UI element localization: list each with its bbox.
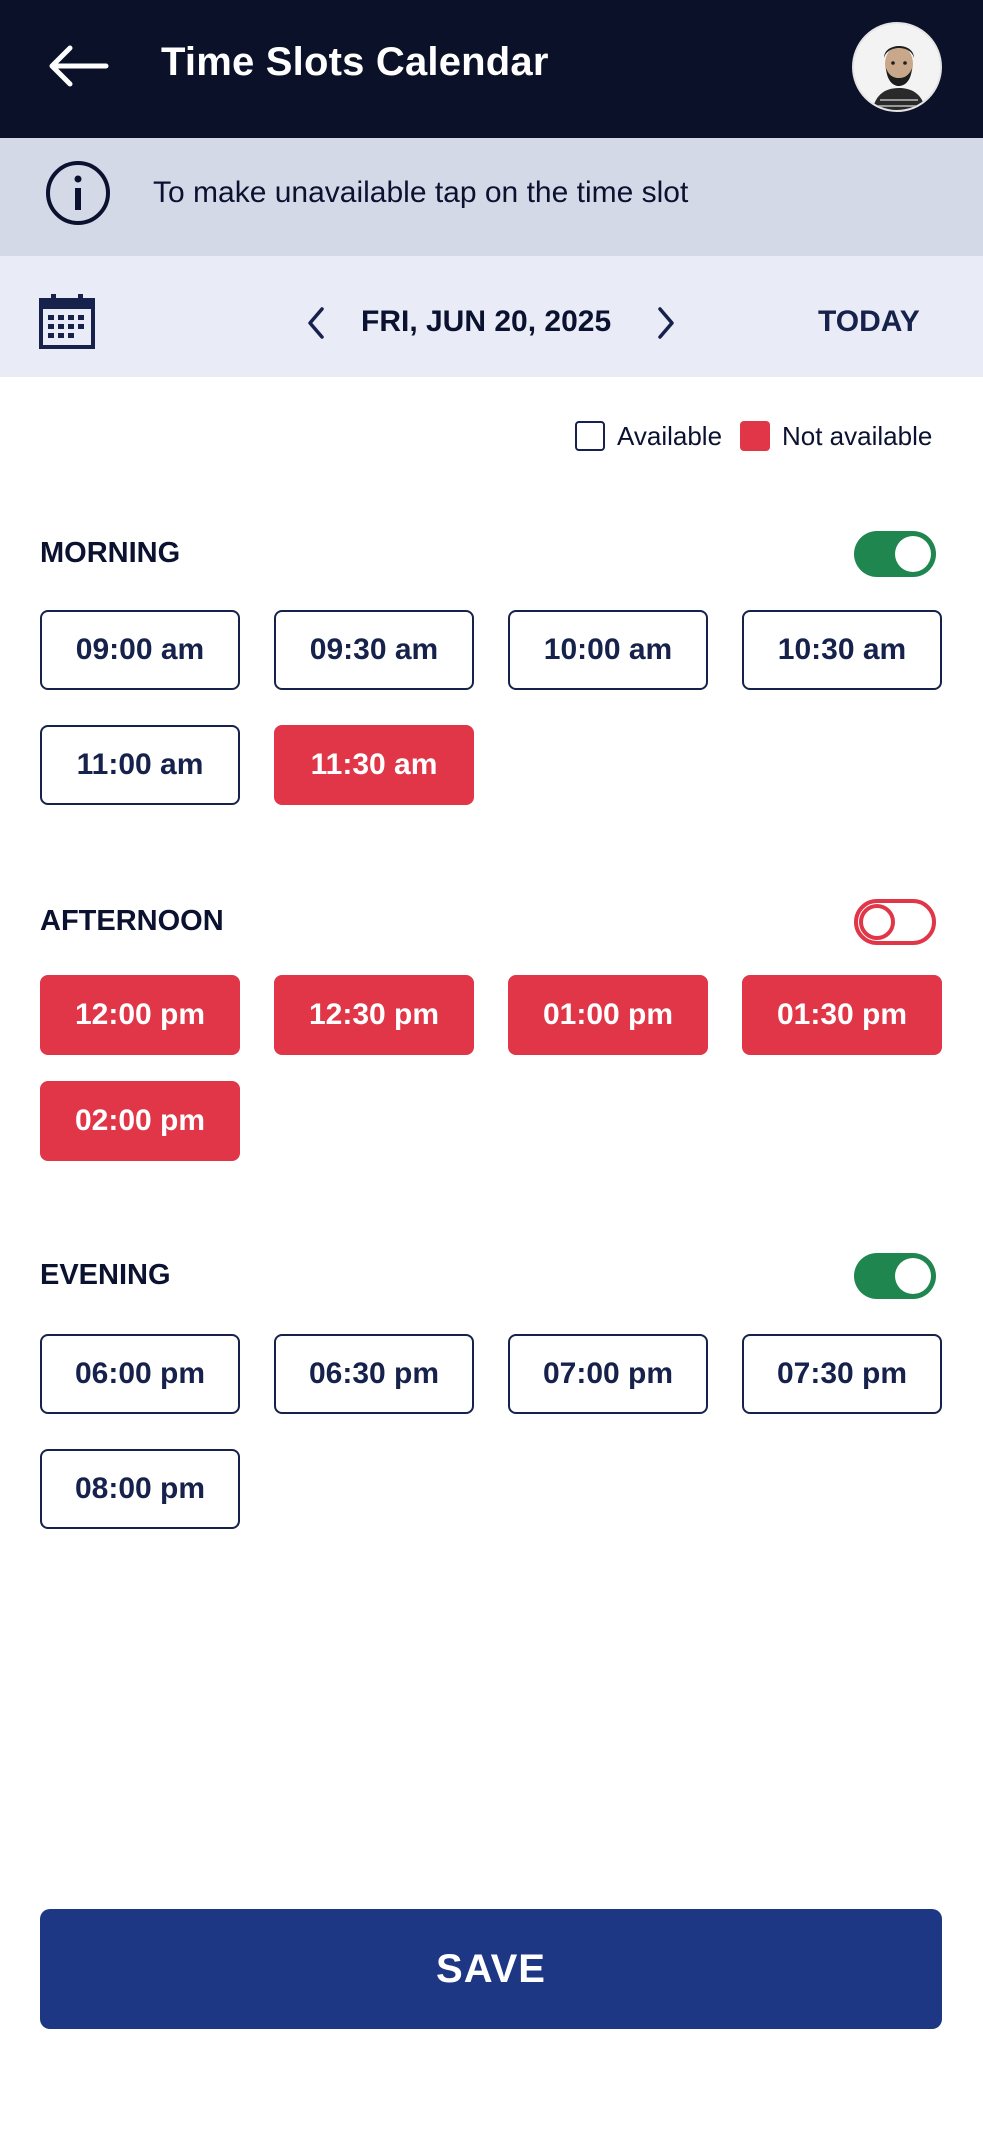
- info-text: To make unavailable tap on the time slot: [153, 176, 689, 209]
- time-slot[interactable]: 07:30 pm: [742, 1334, 942, 1414]
- toggle-knob: [859, 904, 895, 940]
- not-available-swatch: [740, 421, 770, 451]
- today-button[interactable]: TODAY: [818, 305, 920, 339]
- toggle-knob: [895, 536, 931, 572]
- chevron-right-icon[interactable]: [648, 303, 682, 343]
- morning-toggle[interactable]: [854, 531, 936, 577]
- time-slot[interactable]: 02:00 pm: [40, 1081, 240, 1161]
- time-slot[interactable]: 01:00 pm: [508, 975, 708, 1055]
- save-button[interactable]: SAVE: [40, 1909, 942, 2029]
- time-slot[interactable]: 07:00 pm: [508, 1334, 708, 1414]
- toggle-knob: [895, 1258, 931, 1294]
- afternoon-toggle[interactable]: [854, 899, 936, 945]
- time-slot[interactable]: 12:00 pm: [40, 975, 240, 1055]
- time-slot[interactable]: 10:30 am: [742, 610, 942, 690]
- current-date: FRI, JUN 20, 2025: [361, 305, 612, 338]
- time-slot[interactable]: 09:30 am: [274, 610, 474, 690]
- page-title: Time Slots Calendar: [161, 40, 549, 84]
- available-swatch: [575, 421, 605, 451]
- time-slot[interactable]: 11:30 am: [274, 725, 474, 805]
- time-slot[interactable]: 10:00 am: [508, 610, 708, 690]
- avatar[interactable]: [852, 22, 942, 112]
- chevron-left-icon[interactable]: [300, 303, 334, 343]
- legend-not-available-label: Not available: [782, 420, 933, 451]
- info-icon: [45, 160, 111, 226]
- section-title-afternoon: AFTERNOON: [40, 905, 224, 937]
- legend-not-available: Not available: [740, 420, 932, 452]
- legend-available: Available: [575, 420, 722, 452]
- evening-toggle[interactable]: [854, 1253, 936, 1299]
- legend-available-label: Available: [617, 420, 723, 451]
- time-slot[interactable]: 11:00 am: [40, 725, 240, 805]
- time-slot[interactable]: 06:00 pm: [40, 1334, 240, 1414]
- time-slot[interactable]: 06:30 pm: [274, 1334, 474, 1414]
- calendar-icon[interactable]: [38, 292, 96, 350]
- time-slot[interactable]: 08:00 pm: [40, 1449, 240, 1529]
- section-title-evening: EVENING: [40, 1259, 171, 1291]
- time-slot[interactable]: 01:30 pm: [742, 975, 942, 1055]
- time-slot[interactable]: 09:00 am: [40, 610, 240, 690]
- section-title-morning: MORNING: [40, 537, 181, 569]
- back-arrow-icon[interactable]: [44, 38, 114, 94]
- time-slot[interactable]: 12:30 pm: [274, 975, 474, 1055]
